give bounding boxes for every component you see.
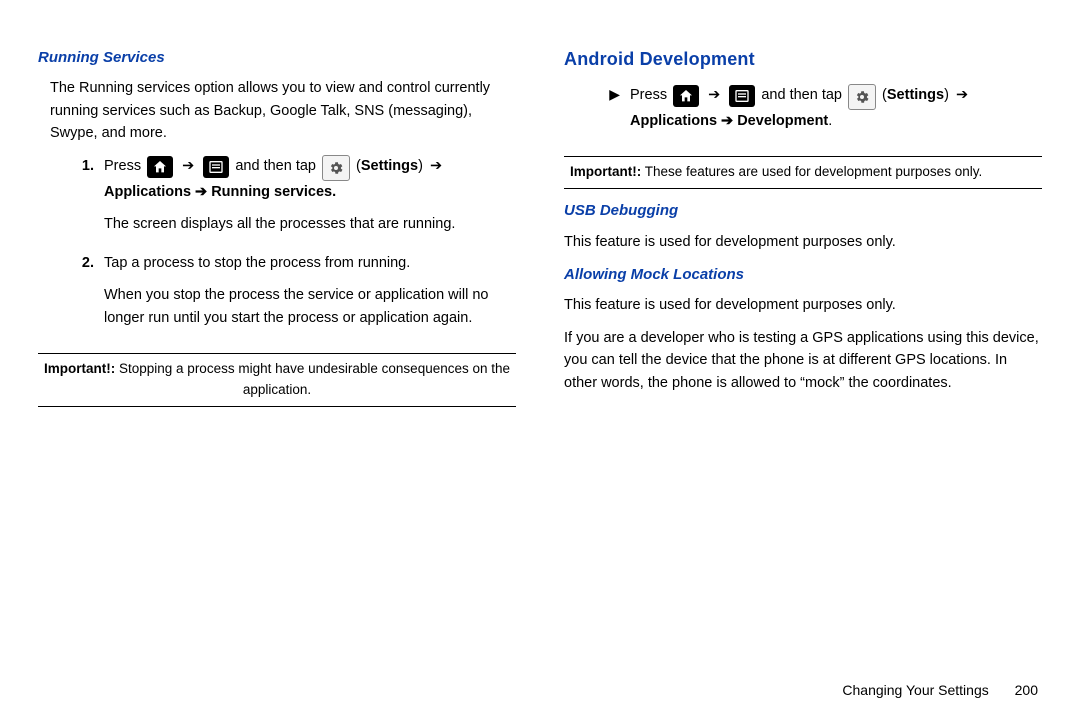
step-number: 1. (68, 155, 104, 246)
dev-step: ▶ Press ➔ and then tap (Settings) (594, 84, 1042, 142)
footer-section: Changing Your Settings (842, 682, 988, 698)
arrow-icon: ➔ (708, 87, 720, 103)
menu-key-icon (729, 85, 755, 107)
settings-gear-icon (322, 155, 350, 181)
step-1: 1. Press ➔ and then tap (Settings) (68, 155, 516, 246)
usb-text: This feature is used for development pur… (564, 231, 1042, 253)
heading-running-services: Running Services (38, 46, 516, 69)
step-1-line: Press ➔ and then tap (Settings) ➔ Applic… (104, 155, 516, 203)
step-2: 2. Tap a process to stop the process fro… (68, 252, 516, 339)
heading-mock-locations: Allowing Mock Locations (564, 263, 1042, 286)
mock-p1: This feature is used for development pur… (564, 294, 1042, 316)
triangle-bullet-icon: ▶ (594, 84, 630, 142)
step-1-result: The screen displays all the processes th… (104, 213, 516, 235)
home-key-icon (673, 85, 699, 107)
menu-key-icon (203, 156, 229, 178)
important-note: Important!: These features are used for … (564, 156, 1042, 189)
arrow-icon: ➔ (430, 158, 442, 174)
step-number: 2. (68, 252, 104, 339)
page-number: 200 (1015, 682, 1038, 698)
arrow-icon: ➔ (182, 158, 194, 174)
step-2-line1: Tap a process to stop the process from r… (104, 252, 516, 274)
page-footer: Changing Your Settings 200 (0, 682, 1080, 698)
home-key-icon (147, 156, 173, 178)
arrow-icon: ➔ (956, 87, 968, 103)
running-intro: The Running services option allows you t… (50, 77, 516, 144)
dev-step-line: Press ➔ and then tap (Settings) ➔ Applic… (630, 84, 1042, 132)
settings-gear-icon (848, 84, 876, 110)
heading-android-development: Android Development (564, 46, 1042, 74)
mock-p2: If you are a developer who is testing a … (564, 327, 1042, 394)
heading-usb-debugging: USB Debugging (564, 199, 1042, 222)
important-note: Important!: Stopping a process might hav… (38, 353, 516, 407)
step-2-line2: When you stop the process the service or… (104, 284, 516, 329)
